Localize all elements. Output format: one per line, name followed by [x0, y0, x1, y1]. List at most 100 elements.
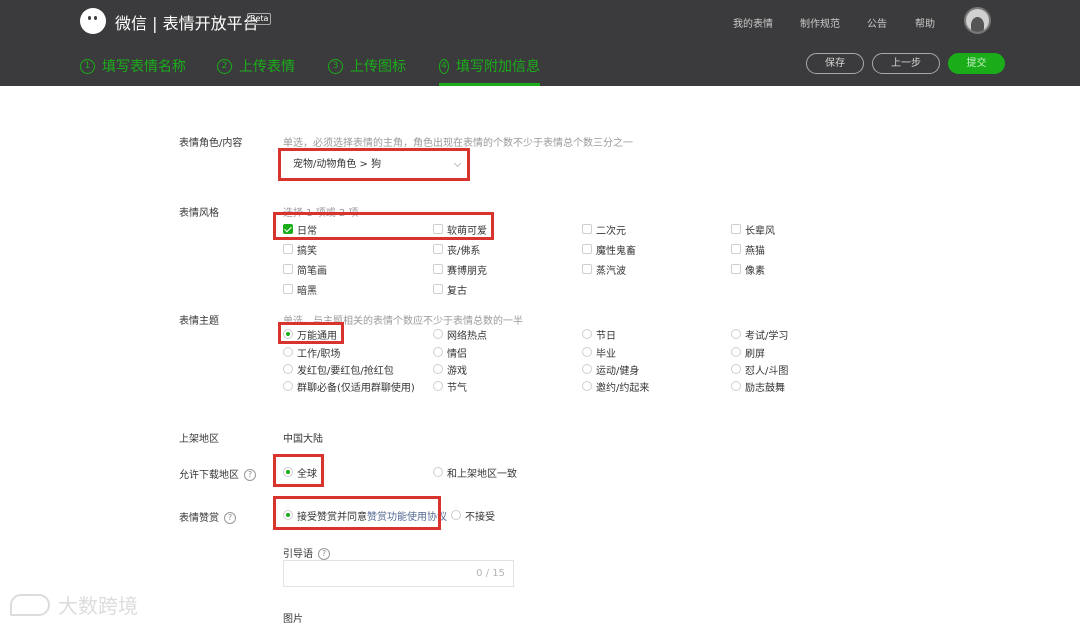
theme-option-group-chat[interactable]: 群聊必备(仅适用群聊使用): [283, 379, 415, 394]
step-4-label: 填写附加信息: [456, 59, 540, 75]
step-3-label: 上传图标: [350, 59, 406, 75]
option-label: 节气: [447, 382, 467, 394]
checkbox-icon: [433, 264, 443, 274]
option-label: 游戏: [447, 365, 467, 377]
step-4-additional-info[interactable]: 4 填写附加信息: [439, 56, 540, 86]
user-avatar[interactable]: [964, 7, 991, 34]
theme-option-solar-term[interactable]: 节气: [433, 379, 467, 394]
option-label: 燕猫: [745, 245, 765, 257]
checkbox-icon: [433, 244, 443, 254]
theme-option-sport[interactable]: 运动/健身: [582, 362, 640, 377]
checkbox-icon: [433, 284, 443, 294]
nav-guidelines[interactable]: 制作规范: [800, 15, 840, 30]
save-button[interactable]: 保存: [806, 53, 864, 74]
step-2-label: 上传表情: [239, 59, 295, 75]
role-hint: 单选，必须选择表情的主角，角色出现在表情的个数不少于表情总个数三分之一: [283, 138, 633, 149]
help-question-icon[interactable]: ?: [244, 469, 256, 481]
highlight-box-theme: [278, 322, 344, 344]
download-option-same-region[interactable]: 和上架地区一致: [433, 465, 517, 480]
theme-option-motivation[interactable]: 励志鼓舞: [731, 379, 785, 394]
radio-icon: [433, 364, 443, 374]
top-navigation-bar: 微信 | 表情开放平台 Beta 我的表情 制作规范 公告 帮助 1 填写表情名…: [0, 0, 1080, 86]
option-label: 节日: [596, 330, 616, 342]
option-label: 励志鼓舞: [745, 382, 785, 394]
step-3-upload-icon[interactable]: 3 上传图标: [328, 56, 406, 86]
radio-icon: [433, 347, 443, 357]
previous-step-button[interactable]: 上一步: [872, 53, 940, 74]
style-option-sketch[interactable]: 简笔画: [283, 262, 327, 277]
theme-option-red-envelope[interactable]: 发红包/要红包/抢红包: [283, 362, 394, 377]
checkbox-icon: [283, 284, 293, 294]
checkbox-icon: [582, 244, 592, 254]
download-region-label: 允许下载地区?: [179, 466, 256, 481]
style-option-pixel[interactable]: 像素: [731, 262, 765, 277]
help-question-icon[interactable]: ?: [224, 512, 236, 524]
guide-text-input[interactable]: 0 / 15: [283, 560, 514, 587]
help-question-icon[interactable]: ?: [318, 548, 330, 560]
guide-label: 引导语?: [283, 545, 330, 560]
submit-button[interactable]: 提交: [948, 53, 1005, 74]
style-option-cyberpunk[interactable]: 赛博朋克: [433, 262, 487, 277]
style-option-meme[interactable]: 魔性鬼畜: [582, 242, 636, 257]
style-label: 表情风格: [179, 208, 219, 219]
platform-title: 微信 | 表情开放平台: [115, 14, 259, 33]
step-4-number: 4: [439, 59, 449, 74]
step-2-upload-stickers[interactable]: 2 上传表情: [217, 56, 295, 86]
theme-option-roast[interactable]: 怼人/斗图: [731, 362, 789, 377]
option-label: 复古: [447, 285, 467, 297]
nav-my-stickers[interactable]: 我的表情: [733, 15, 773, 30]
reward-option-reject[interactable]: 不接受: [451, 508, 495, 523]
radio-icon: [283, 381, 293, 391]
style-option-funny[interactable]: 搞笑: [283, 242, 317, 257]
checkbox-icon: [582, 224, 592, 234]
theme-option-trending[interactable]: 网络热点: [433, 327, 487, 342]
style-option-retro[interactable]: 复古: [433, 282, 467, 297]
option-label: 情侣: [447, 348, 467, 360]
step-1-fill-name[interactable]: 1 填写表情名称: [80, 56, 186, 86]
image-label: 图片: [283, 614, 303, 624]
theme-option-festival[interactable]: 节日: [582, 327, 616, 342]
style-option-vaporwave[interactable]: 蒸汽波: [582, 262, 626, 277]
checkbox-icon: [582, 264, 592, 274]
wechat-logo-icon: [80, 8, 106, 34]
option-label: 怼人/斗图: [745, 365, 789, 377]
theme-option-graduation[interactable]: 毕业: [582, 345, 616, 360]
option-label: 邀约/约起来: [596, 382, 650, 394]
style-option-anime[interactable]: 二次元: [582, 222, 626, 237]
theme-label: 表情主题: [179, 316, 219, 327]
nav-announcements[interactable]: 公告: [867, 15, 887, 30]
nav-help[interactable]: 帮助: [915, 15, 935, 30]
radio-icon: [451, 510, 461, 520]
option-label: 搞笑: [297, 245, 317, 257]
option-label: 运动/健身: [596, 365, 640, 377]
theme-option-game[interactable]: 游戏: [433, 362, 467, 377]
radio-icon: [433, 329, 443, 339]
radio-icon: [731, 329, 741, 339]
role-label: 表情角色/内容: [179, 138, 243, 149]
step-3-number: 3: [328, 59, 343, 74]
option-label: 网络热点: [447, 330, 487, 342]
style-option-dark[interactable]: 暗黑: [283, 282, 317, 297]
watermark-text: 大数跨境: [58, 594, 138, 618]
theme-option-work[interactable]: 工作/职场: [283, 345, 340, 360]
highlight-box-role: [278, 148, 470, 181]
option-label: 简笔画: [297, 265, 327, 277]
option-label: 发红包/要红包/抢红包: [297, 365, 394, 377]
reward-label: 表情赞赏?: [179, 509, 236, 524]
theme-option-invite[interactable]: 邀约/约起来: [582, 379, 650, 394]
theme-option-exam[interactable]: 考试/学习: [731, 327, 788, 342]
theme-option-spam[interactable]: 刷屏: [731, 345, 765, 360]
highlight-box-reward: [273, 496, 441, 530]
checkbox-icon: [731, 264, 741, 274]
style-option-chill[interactable]: 丧/佛系: [433, 242, 480, 257]
option-label: 刷屏: [745, 348, 765, 360]
style-option-elder[interactable]: 长辈风: [731, 222, 775, 237]
option-label: 和上架地区一致: [447, 468, 517, 480]
watermark-logo-icon: [10, 593, 50, 616]
checkbox-icon: [283, 244, 293, 254]
option-label: 群聊必备(仅适用群聊使用): [297, 382, 415, 394]
style-option-cat[interactable]: 燕猫: [731, 242, 765, 257]
theme-option-couple[interactable]: 情侣: [433, 345, 467, 360]
download-region-label-text: 允许下载地区: [179, 470, 239, 481]
radio-icon: [582, 329, 592, 339]
